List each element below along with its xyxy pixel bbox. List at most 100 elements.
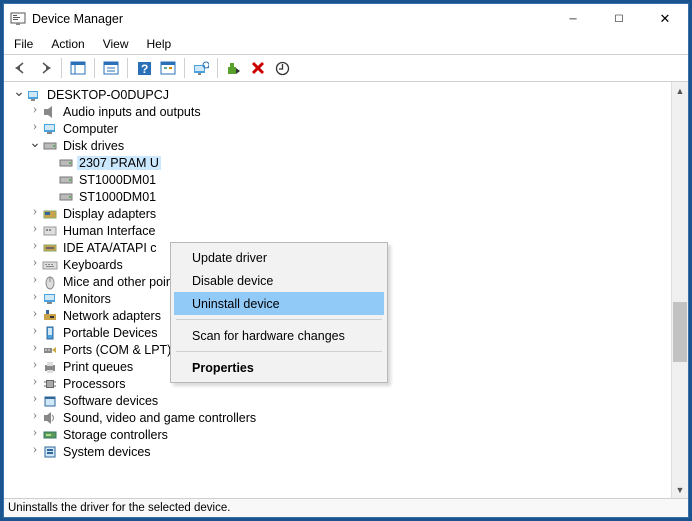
- tree-node[interactable]: ST1000DM01: [12, 188, 671, 205]
- tree-node-label: Storage controllers: [61, 428, 170, 442]
- software-icon: [42, 393, 58, 409]
- expand-icon[interactable]: [28, 359, 42, 375]
- hid-icon: [42, 223, 58, 239]
- properties-button[interactable]: [100, 57, 122, 79]
- menu-help[interactable]: Help: [145, 35, 174, 53]
- device-manager-window: Device Manager ─ ☐ ✕ File Action View He…: [3, 3, 689, 518]
- status-bar: Uninstalls the driver for the selected d…: [4, 499, 688, 517]
- toolbar-separator: [217, 58, 218, 78]
- maximize-button[interactable]: ☐: [596, 4, 642, 34]
- close-button[interactable]: ✕: [642, 4, 688, 34]
- window-buttons: ─ ☐ ✕: [550, 4, 688, 34]
- tree-node[interactable]: Audio inputs and outputs: [12, 103, 671, 120]
- expand-icon[interactable]: [28, 308, 42, 324]
- tree-node[interactable]: Human Interface: [12, 222, 671, 239]
- tree-node[interactable]: Computer: [12, 120, 671, 137]
- tree-node-label: Keyboards: [61, 258, 125, 272]
- tree-node[interactable]: ST1000DM01: [12, 171, 671, 188]
- tree-node-label: 2307 PRAM U: [77, 156, 161, 170]
- svg-text:?: ?: [141, 62, 148, 76]
- expand-icon[interactable]: [28, 104, 42, 120]
- tree-node[interactable]: Sound, video and game controllers: [12, 409, 671, 426]
- context-menu-item[interactable]: Properties: [174, 356, 384, 379]
- disk-icon: [58, 155, 74, 171]
- show-hide-tree-button[interactable]: [67, 57, 89, 79]
- expand-icon[interactable]: [28, 342, 42, 358]
- tree-node-label: Monitors: [61, 292, 113, 306]
- tree-node-label: Disk drives: [61, 139, 126, 153]
- tree-node-label: Software devices: [61, 394, 160, 408]
- disk-icon: [58, 172, 74, 188]
- context-menu: Update driverDisable deviceUninstall dev…: [170, 242, 388, 383]
- enable-device-button[interactable]: [223, 57, 245, 79]
- tree-node[interactable]: Disk drives: [12, 137, 671, 154]
- expand-icon[interactable]: [28, 410, 42, 426]
- toolbar-separator: [94, 58, 95, 78]
- tree-node-label: ST1000DM01: [77, 190, 158, 204]
- menu-separator: [176, 351, 382, 352]
- scan-hardware-button[interactable]: [190, 57, 212, 79]
- tree-node[interactable]: System devices: [12, 443, 671, 460]
- expand-icon[interactable]: [28, 376, 42, 392]
- system-icon: [42, 444, 58, 460]
- menu-action[interactable]: Action: [49, 35, 86, 53]
- menu-view[interactable]: View: [101, 35, 131, 53]
- window-title: Device Manager: [32, 12, 550, 26]
- monitor-icon: [42, 291, 58, 307]
- tree-node-label: ST1000DM01: [77, 173, 158, 187]
- tree-node[interactable]: Software devices: [12, 392, 671, 409]
- sound-icon: [42, 410, 58, 426]
- update-driver-button[interactable]: [271, 57, 293, 79]
- ports-icon: [42, 342, 58, 358]
- action-button[interactable]: [157, 57, 179, 79]
- expand-icon[interactable]: [28, 393, 42, 409]
- expand-icon[interactable]: [28, 257, 42, 273]
- tree-root[interactable]: DESKTOP-O0DUPCJ: [12, 86, 671, 103]
- portable-icon: [42, 325, 58, 341]
- expand-icon[interactable]: [28, 325, 42, 341]
- expand-icon[interactable]: [28, 223, 42, 239]
- display-icon: [42, 206, 58, 222]
- expand-icon[interactable]: [28, 137, 42, 154]
- tree-node-label: Audio inputs and outputs: [61, 105, 203, 119]
- tree-node[interactable]: Display adapters: [12, 205, 671, 222]
- tree-node-label: Print queues: [61, 360, 135, 374]
- keyboard-icon: [42, 257, 58, 273]
- uninstall-device-button[interactable]: [247, 57, 269, 79]
- menu-bar: File Action View Help: [4, 34, 688, 54]
- scroll-thumb[interactable]: [673, 302, 687, 362]
- expand-icon[interactable]: [28, 240, 42, 256]
- network-icon: [42, 308, 58, 324]
- tree-node-label: System devices: [61, 445, 153, 459]
- expand-icon[interactable]: [28, 444, 42, 460]
- expand-icon[interactable]: [28, 291, 42, 307]
- tree-node-label: Human Interface: [61, 224, 157, 238]
- context-menu-item[interactable]: Scan for hardware changes: [174, 324, 384, 347]
- tree-node-label: Network adapters: [61, 309, 163, 323]
- minimize-button[interactable]: ─: [550, 4, 596, 34]
- expand-icon[interactable]: [12, 86, 26, 103]
- tree-node[interactable]: Storage controllers: [12, 426, 671, 443]
- expand-icon[interactable]: [28, 274, 42, 290]
- tree-node-label: Ports (COM & LPT): [61, 343, 173, 357]
- cpu-icon: [42, 376, 58, 392]
- toolbar-separator: [127, 58, 128, 78]
- scroll-down-button[interactable]: ▼: [672, 481, 688, 498]
- context-menu-item[interactable]: Disable device: [174, 269, 384, 292]
- computer-icon: [26, 87, 42, 103]
- expand-icon[interactable]: [28, 206, 42, 222]
- content-area: DESKTOP-O0DUPCJ Audio inputs and outputsC…: [4, 82, 688, 499]
- help-button[interactable]: ?: [133, 57, 155, 79]
- tree-node[interactable]: 2307 PRAM U: [12, 154, 671, 171]
- forward-button[interactable]: [34, 57, 56, 79]
- scroll-up-button[interactable]: ▲: [672, 82, 688, 99]
- expand-icon[interactable]: [28, 427, 42, 443]
- app-icon: [10, 11, 26, 27]
- menu-file[interactable]: File: [12, 35, 35, 53]
- context-menu-item[interactable]: Uninstall device: [174, 292, 384, 315]
- menu-separator: [176, 319, 382, 320]
- toolbar: ?: [4, 54, 688, 82]
- back-button[interactable]: [10, 57, 32, 79]
- context-menu-item[interactable]: Update driver: [174, 246, 384, 269]
- vertical-scrollbar[interactable]: ▲ ▼: [671, 82, 688, 498]
